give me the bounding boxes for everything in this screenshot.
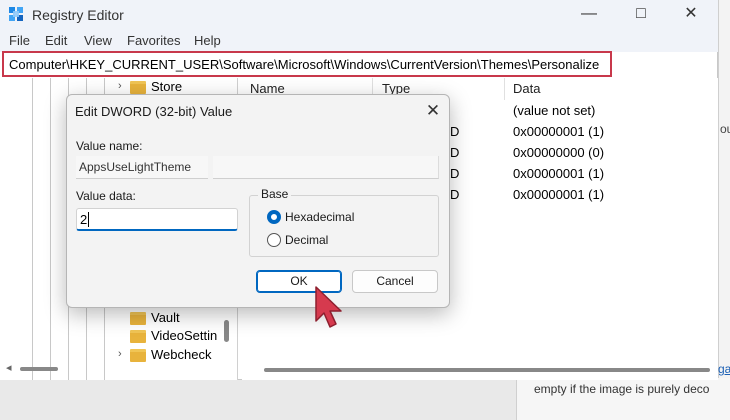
menu-view[interactable]: View <box>84 33 112 48</box>
data-cell: 0x00000001 (1) <box>513 124 605 139</box>
type-cell: D <box>450 187 460 202</box>
value-name-field: AppsUseLightTheme <box>76 156 208 179</box>
menu-bar: File Edit View Favorites Help <box>0 30 718 52</box>
title-bar[interactable]: Registry Editor — □ ✕ <box>0 0 718 30</box>
value-name-text: AppsUseLightTheme <box>79 160 192 174</box>
tree-item-label: VideoSettin <box>151 328 218 343</box>
pointer-cursor-icon <box>315 286 342 328</box>
dialog-title: Edit DWORD (32-bit) Value <box>75 104 233 119</box>
scroll-left-icon[interactable]: ◂ <box>6 361 12 374</box>
menu-file[interactable]: File <box>9 33 30 48</box>
column-header-data[interactable]: Data <box>513 81 540 96</box>
value-data-input[interactable]: 2 <box>76 208 238 231</box>
value-data-label: Value data: <box>76 189 136 203</box>
background-page-right <box>718 0 730 420</box>
tree-item-label: Vault <box>151 310 180 325</box>
registry-editor-icon <box>9 7 23 21</box>
minimize-icon[interactable]: — <box>566 2 612 28</box>
decimal-radio[interactable] <box>267 233 281 247</box>
data-cell: (value not set) <box>513 103 596 118</box>
column-divider[interactable] <box>504 78 505 100</box>
close-icon[interactable]: ✕ <box>421 100 445 122</box>
folder-icon <box>130 312 146 325</box>
cancel-button[interactable]: Cancel <box>352 270 438 293</box>
base-group: Base Hexadecimal Decimal <box>249 187 439 257</box>
list-horizontal-scrollbar[interactable] <box>264 368 710 372</box>
address-bar[interactable]: Computer\HKEY_CURRENT_USER\Software\Micr… <box>2 51 612 77</box>
background-caption: empty if the image is purely deco <box>534 382 710 396</box>
menu-favorites[interactable]: Favorites <box>127 33 180 48</box>
value-data-text: 2 <box>80 212 88 227</box>
hexadecimal-label[interactable]: Hexadecimal <box>285 210 354 224</box>
tree-horizontal-scrollbar[interactable] <box>20 367 58 371</box>
chevron-right-icon[interactable]: › <box>118 348 122 360</box>
value-name-field-extension <box>213 156 439 179</box>
value-name-label: Value name: <box>76 139 143 153</box>
tree-item-label: Webcheck <box>151 347 212 362</box>
data-cell: 0x00000000 (0) <box>513 145 605 160</box>
tree-guide-line <box>32 78 33 380</box>
chevron-right-icon[interactable]: › <box>118 80 122 92</box>
address-path: Computer\HKEY_CURRENT_USER\Software\Micr… <box>9 57 600 72</box>
data-cell: 0x00000001 (1) <box>513 166 605 181</box>
window-title: Registry Editor <box>32 7 124 23</box>
tree-vertical-scrollbar[interactable] <box>224 320 229 342</box>
base-group-label: Base <box>258 187 292 201</box>
hexadecimal-radio[interactable] <box>267 210 281 224</box>
text-caret <box>88 212 89 227</box>
edit-dword-dialog: Edit DWORD (32-bit) Value ✕ Value name: … <box>66 94 450 308</box>
background-link-fragment[interactable]: ga <box>718 362 730 376</box>
type-cell: D <box>450 166 460 181</box>
data-cell: 0x00000001 (1) <box>513 187 605 202</box>
menu-help[interactable]: Help <box>194 33 221 48</box>
close-icon[interactable]: ✕ <box>668 2 714 28</box>
folder-icon <box>130 81 146 94</box>
background-text-fragment: ou <box>720 122 730 136</box>
decimal-label[interactable]: Decimal <box>285 233 328 247</box>
menu-edit[interactable]: Edit <box>45 33 67 48</box>
tree-guide-line <box>50 78 51 380</box>
folder-icon <box>130 349 146 362</box>
folder-icon <box>130 330 146 343</box>
type-cell: D <box>450 124 460 139</box>
tree-item-label: Store <box>151 79 183 94</box>
maximize-icon[interactable]: □ <box>618 2 664 28</box>
type-cell: D <box>450 145 460 160</box>
